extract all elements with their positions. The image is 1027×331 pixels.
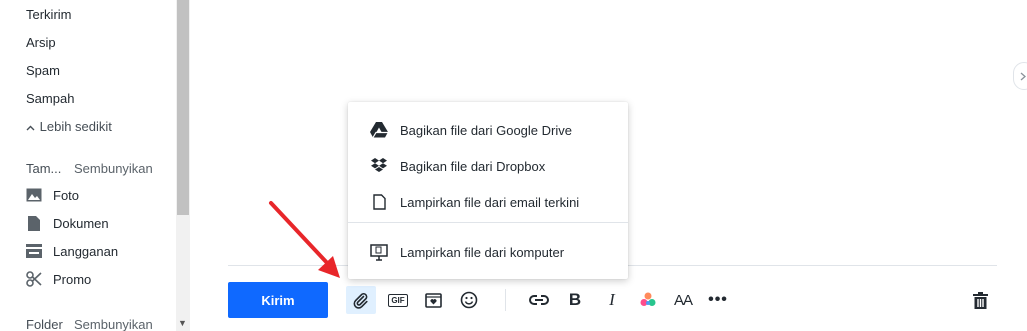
document-icon bbox=[26, 215, 42, 231]
sidebar-scrollbar-thumb[interactable] bbox=[177, 0, 189, 215]
color-palette-icon bbox=[640, 292, 656, 306]
italic-icon: I bbox=[609, 290, 615, 309]
view-photos[interactable]: Foto bbox=[26, 186, 79, 204]
menu-separator bbox=[348, 222, 628, 223]
menu-item-recent-email[interactable]: Lampirkan file dari email terkini bbox=[348, 184, 628, 220]
sidebar: Terkirim Arsip Spam Sampah Lebih sedikit… bbox=[0, 0, 190, 331]
italic-button[interactable]: I bbox=[597, 286, 627, 314]
menu-item-google-drive-label: Bagikan file dari Google Drive bbox=[400, 122, 572, 138]
gif-button[interactable]: GIF bbox=[383, 286, 413, 314]
chevron-up-icon bbox=[26, 119, 36, 134]
bold-button[interactable]: B bbox=[560, 286, 590, 314]
view-promo[interactable]: Promo bbox=[26, 270, 91, 288]
bold-icon: B bbox=[568, 290, 582, 309]
views-hide-link[interactable]: Sembunyikan bbox=[74, 161, 153, 176]
folder-archive[interactable]: Arsip bbox=[26, 35, 56, 50]
view-subscriptions[interactable]: Langganan bbox=[26, 242, 118, 260]
subscriptions-icon bbox=[26, 243, 42, 259]
menu-item-dropbox-label: Bagikan file dari Dropbox bbox=[400, 158, 546, 174]
menu-item-google-drive[interactable]: Bagikan file dari Google Drive bbox=[348, 112, 628, 148]
folder-sent[interactable]: Terkirim bbox=[26, 7, 72, 22]
font-size-button[interactable]: AA bbox=[668, 286, 698, 314]
menu-item-computer-label: Lampirkan file dari komputer bbox=[400, 244, 565, 260]
emoji-button[interactable] bbox=[454, 286, 484, 314]
delete-button[interactable] bbox=[965, 286, 995, 314]
expand-panel-button[interactable] bbox=[1013, 62, 1027, 90]
show-less-label: Lebih sedikit bbox=[39, 119, 112, 134]
gif-icon: GIF bbox=[388, 293, 408, 307]
folder-trash[interactable]: Sampah bbox=[26, 91, 74, 106]
scissors-icon bbox=[26, 271, 42, 287]
link-icon bbox=[529, 295, 549, 305]
more-button[interactable]: ••• bbox=[703, 286, 733, 314]
menu-item-computer[interactable]: Lampirkan file dari komputer bbox=[348, 234, 628, 270]
menu-item-recent-email-label: Lampirkan file dari email terkini bbox=[400, 194, 580, 210]
dropbox-icon bbox=[370, 157, 388, 175]
view-photos-label: Foto bbox=[53, 187, 80, 203]
chevron-right-icon bbox=[1020, 72, 1026, 80]
view-promo-label: Promo bbox=[53, 271, 92, 287]
view-subscriptions-label: Langganan bbox=[53, 243, 119, 259]
trash-icon bbox=[972, 291, 988, 309]
view-documents[interactable]: Dokumen bbox=[26, 214, 109, 232]
send-button[interactable]: Kirim bbox=[228, 282, 328, 318]
views-section-label: Tam... bbox=[26, 161, 62, 176]
menu-item-dropbox[interactable]: Bagikan file dari Dropbox bbox=[348, 148, 628, 184]
more-icon: ••• bbox=[708, 291, 728, 308]
show-less-toggle[interactable]: Lebih sedikit bbox=[26, 119, 112, 134]
folder-hide-link[interactable]: Sembunyikan bbox=[74, 317, 153, 331]
photo-icon bbox=[26, 187, 42, 203]
link-button[interactable] bbox=[524, 286, 554, 314]
smiley-icon bbox=[460, 291, 478, 309]
google-drive-icon bbox=[370, 121, 388, 139]
folder-spam[interactable]: Spam bbox=[26, 63, 60, 78]
folder-section-header: Folder Sembunyikan bbox=[26, 317, 153, 331]
font-size-icon: AA bbox=[673, 291, 693, 309]
views-section-header: Tam... Sembunyikan bbox=[26, 161, 153, 176]
sticker-button[interactable] bbox=[418, 286, 448, 314]
toolbar-separator bbox=[505, 289, 506, 311]
paperclip-icon bbox=[353, 293, 368, 309]
attach-menu: Bagikan file dari Google Drive Bagikan f… bbox=[348, 102, 628, 279]
folder-section-label: Folder bbox=[26, 317, 63, 331]
scroll-down-icon[interactable]: ▼ bbox=[178, 318, 187, 328]
view-documents-label: Dokumen bbox=[53, 215, 109, 231]
color-button[interactable] bbox=[633, 286, 663, 314]
sticker-icon bbox=[424, 293, 442, 308]
file-icon bbox=[370, 193, 388, 211]
attach-button[interactable] bbox=[346, 286, 376, 314]
annotation-arrow-icon bbox=[269, 201, 340, 278]
computer-icon bbox=[370, 243, 388, 261]
